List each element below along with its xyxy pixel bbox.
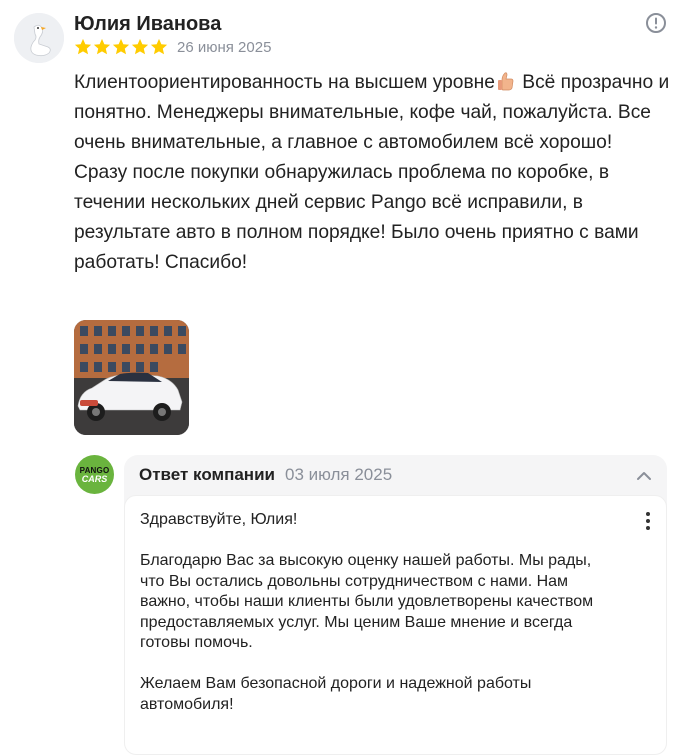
author-avatar[interactable] [14, 13, 64, 63]
star-icon [131, 38, 149, 55]
review-text-part: Клиентоориентированность на высшем уровн… [74, 72, 495, 93]
company-reply: Ответ компании 03 июля 2025 Здравствуйте… [124, 455, 667, 755]
reply-text: Здравствуйте, Юлия! Благодарю Вас за выс… [140, 510, 620, 736]
exclamation-circle-icon[interactable] [645, 12, 667, 34]
review-paragraph: Сразу после покупки обнаружилась проблем… [74, 162, 639, 273]
star-icon [112, 38, 130, 55]
reply-paragraph: Желаем Вам безопасной дороги и надежной … [140, 675, 532, 713]
reply-paragraph: Благодарю Вас за высокую оценку нашей ра… [140, 552, 594, 651]
review-date: 26 июня 2025 [177, 39, 272, 56]
car-photo-image [74, 320, 189, 435]
reply-title: Ответ компании [139, 465, 275, 484]
review-paragraph: Клиентоориентированность на высшем уровн… [74, 68, 674, 158]
review-text: Клиентоориентированность на высшем уровн… [74, 68, 674, 278]
thumbs-up-icon [497, 72, 514, 91]
kebab-menu-icon[interactable] [638, 510, 658, 532]
reply-greeting: Здравствуйте, Юлия! [140, 511, 298, 528]
reply-body: Здравствуйте, Юлия! Благодарю Вас за выс… [124, 495, 667, 755]
company-logo: PANGO CARS [75, 455, 114, 494]
star-icon [93, 38, 111, 55]
reply-header-toggle[interactable]: Ответ компании 03 июля 2025 [124, 455, 667, 495]
goose-avatar-icon [14, 13, 64, 63]
review-photo[interactable] [74, 320, 189, 435]
star-icon [150, 38, 168, 55]
chevron-up-icon[interactable] [635, 467, 653, 485]
author-name[interactable]: Юлия Иванова [74, 13, 221, 36]
logo-text: CARS [81, 473, 108, 484]
reply-date: 03 июля 2025 [285, 465, 393, 484]
rating-stars [74, 38, 168, 56]
star-icon [74, 38, 92, 55]
